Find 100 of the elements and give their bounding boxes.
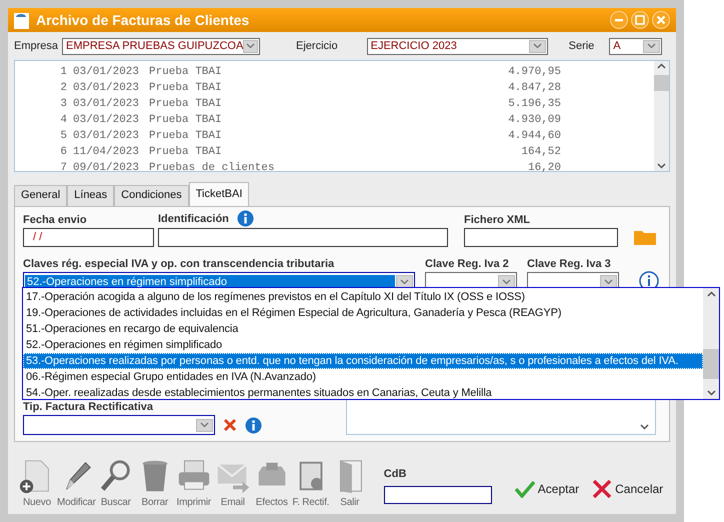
invoice-list[interactable] — [14, 60, 670, 172]
scrollbar[interactable] — [703, 288, 719, 399]
chevron-down-icon — [532, 43, 542, 49]
tip-factura-select[interactable] — [23, 415, 215, 435]
invoice-description: Prueba TBAI — [149, 81, 223, 96]
chevron-down-icon — [400, 278, 409, 284]
toolbar-button[interactable]: F. Rectif. — [292, 457, 330, 508]
invoice-date: 03/01/2023 — [73, 65, 140, 80]
cancel-button[interactable]: Cancelar — [592, 480, 664, 498]
toolbar-button[interactable]: Salir — [330, 457, 369, 508]
toolbar-button[interactable]: Email — [214, 457, 252, 508]
invoice-amount: 164,52 — [520, 145, 561, 160]
invoice-amount: 4.847,28 — [507, 81, 561, 96]
app-icon — [14, 11, 30, 29]
dropdown-option[interactable]: 51.-Operaciones en recargo de equivalencia — [23, 321, 703, 337]
claves-label: Claves rég. especial IVA y op. con transcendencia tributaria — [23, 257, 336, 271]
invoice-date: 03/01/2023 — [73, 113, 140, 128]
close-icon[interactable] — [652, 11, 670, 29]
empresa-select[interactable]: EMPRESA PRUEBAS GUIPUZCOA — [62, 38, 260, 54]
toolbar-button[interactable]: Buscar — [96, 457, 135, 508]
dropdown-button[interactable] — [196, 418, 213, 432]
fichero-xml-field[interactable] — [464, 228, 618, 247]
invoice-date: 09/01/2023 — [73, 161, 140, 176]
tab[interactable]: General — [14, 185, 68, 206]
chevron-down-icon — [200, 422, 209, 428]
toolbar-button[interactable]: Nuevo — [18, 457, 56, 508]
serie-label: Serie — [568, 40, 594, 52]
invoice-number: 2 — [59, 81, 67, 96]
dropdown-option[interactable]: 54.-Oper. reealizadas desde establecimientos permanentes situados en Canarias, Ceuta y Melilla — [23, 385, 703, 401]
fichero-xml-label: Fichero XML — [464, 213, 532, 227]
invoice-description: Pruebas de clientes — [149, 161, 276, 176]
minimize-icon[interactable] — [610, 11, 628, 29]
chevron-down-icon — [502, 278, 511, 284]
fecha-envio-field[interactable]: / / — [23, 228, 154, 247]
invoice-date: 03/01/2023 — [73, 97, 140, 112]
dropdown-button[interactable] — [528, 40, 546, 52]
invoice-number: 6 — [59, 145, 67, 160]
dropdown-option[interactable]: 53.-Operaciones realizadas por personas o entd. que no tengan la consideración de empresarios/as, s o profesionales a efectos del IVA. — [23, 353, 703, 369]
dropdown-option[interactable]: 19.-Operaciones de actividades incluidas en el Régimen Especial de Agricultura, Ganadería y Pesca (REAGYP) — [23, 305, 703, 321]
invoice-description: Prueba TBAI — [149, 113, 223, 128]
dropdown-button[interactable] — [498, 275, 515, 288]
invoice-number: 4 — [59, 113, 67, 128]
chevron-down-icon — [246, 43, 256, 49]
dropdown-button[interactable] — [600, 275, 617, 288]
invoice-amount: 4.970,95 — [507, 65, 561, 80]
dropdown-option[interactable]: 52.-Operaciones en régimen simplificado — [23, 337, 703, 353]
info-icon[interactable] — [236, 210, 254, 227]
invoice-number: 3 — [59, 97, 67, 112]
chevron-down-icon[interactable] — [640, 424, 649, 430]
toolbar-button[interactable]: Modificar — [57, 457, 96, 508]
ejercicio-label: Ejercicio — [296, 40, 338, 52]
invoice-number: 1 — [59, 65, 67, 80]
scrollbar-thumb[interactable] — [654, 75, 669, 91]
clear-x-icon[interactable] — [223, 418, 237, 432]
chevron-down-icon[interactable] — [706, 390, 716, 396]
toolbar-button[interactable]: Efectos — [252, 457, 291, 508]
clave-reg-iva-3-label: Clave Reg. Iva 3 — [527, 257, 612, 271]
invoice-description: Prueba TBAI — [149, 97, 223, 112]
invoice-date: 11/04/2023 — [73, 145, 140, 160]
tab[interactable]: Condiciones — [114, 185, 189, 206]
info-icon[interactable] — [245, 416, 262, 434]
chevron-down-icon — [647, 43, 656, 49]
invoice-amount: 5.196,35 — [507, 97, 561, 112]
dropdown-button[interactable] — [243, 40, 258, 52]
fecha-envio-label: Fecha envio — [23, 213, 88, 227]
cross-icon — [592, 480, 612, 498]
invoice-description: Prueba TBAI — [149, 65, 223, 80]
invoice-number: 7 — [59, 161, 67, 176]
scrollbar-thumb[interactable] — [703, 348, 719, 378]
window-title: Archivo de Facturas de Clientes — [36, 12, 250, 28]
chevron-up-icon[interactable] — [706, 291, 716, 297]
cdb-field[interactable] — [384, 486, 492, 504]
invoice-date: 03/01/2023 — [73, 81, 140, 96]
invoice-amount: 4.944,60 — [507, 129, 561, 144]
invoice-date: 03/01/2023 — [73, 129, 140, 144]
maximize-icon[interactable] — [631, 11, 649, 29]
invoice-number: 5 — [59, 129, 67, 144]
scrollbar[interactable] — [654, 61, 669, 171]
serie-select[interactable]: A — [609, 38, 662, 54]
chevron-up-icon[interactable] — [657, 63, 666, 69]
identificacion-label: Identificación — [158, 212, 229, 226]
toolbar-button[interactable]: Borrar — [136, 457, 174, 508]
invoice-amount: 16,20 — [526, 161, 561, 176]
tab[interactable]: Líneas — [67, 185, 114, 206]
dropdown-option[interactable]: 17.-Operación acogida a alguno de los regímenes previstos en el Capítulo XI del Título IX (OSS e IOSS) — [23, 289, 703, 305]
invoice-amount: 4.930,09 — [507, 113, 561, 128]
checkmark-icon — [514, 480, 535, 498]
dropdown-option[interactable]: 06.-Régimen especial Grupo entidades en IVA (N.Avanzado) — [23, 369, 703, 385]
dropdown-button[interactable] — [396, 275, 413, 288]
clave-reg-iva-2-label: Clave Reg. Iva 2 — [425, 257, 510, 271]
accept-button[interactable]: Aceptar — [514, 480, 580, 498]
identificacion-field[interactable] — [158, 228, 448, 247]
toolbar-button[interactable]: Imprimir — [174, 457, 213, 508]
chevron-down-icon — [604, 278, 613, 284]
ejercicio-select[interactable]: EJERCICIO 2023 — [366, 38, 548, 54]
invoice-description: Prueba TBAI — [149, 129, 223, 144]
tab[interactable]: TicketBAI — [188, 182, 250, 206]
dropdown-button[interactable] — [643, 40, 660, 52]
empresa-label: Empresa — [14, 40, 58, 52]
chevron-down-icon[interactable] — [657, 163, 666, 169]
